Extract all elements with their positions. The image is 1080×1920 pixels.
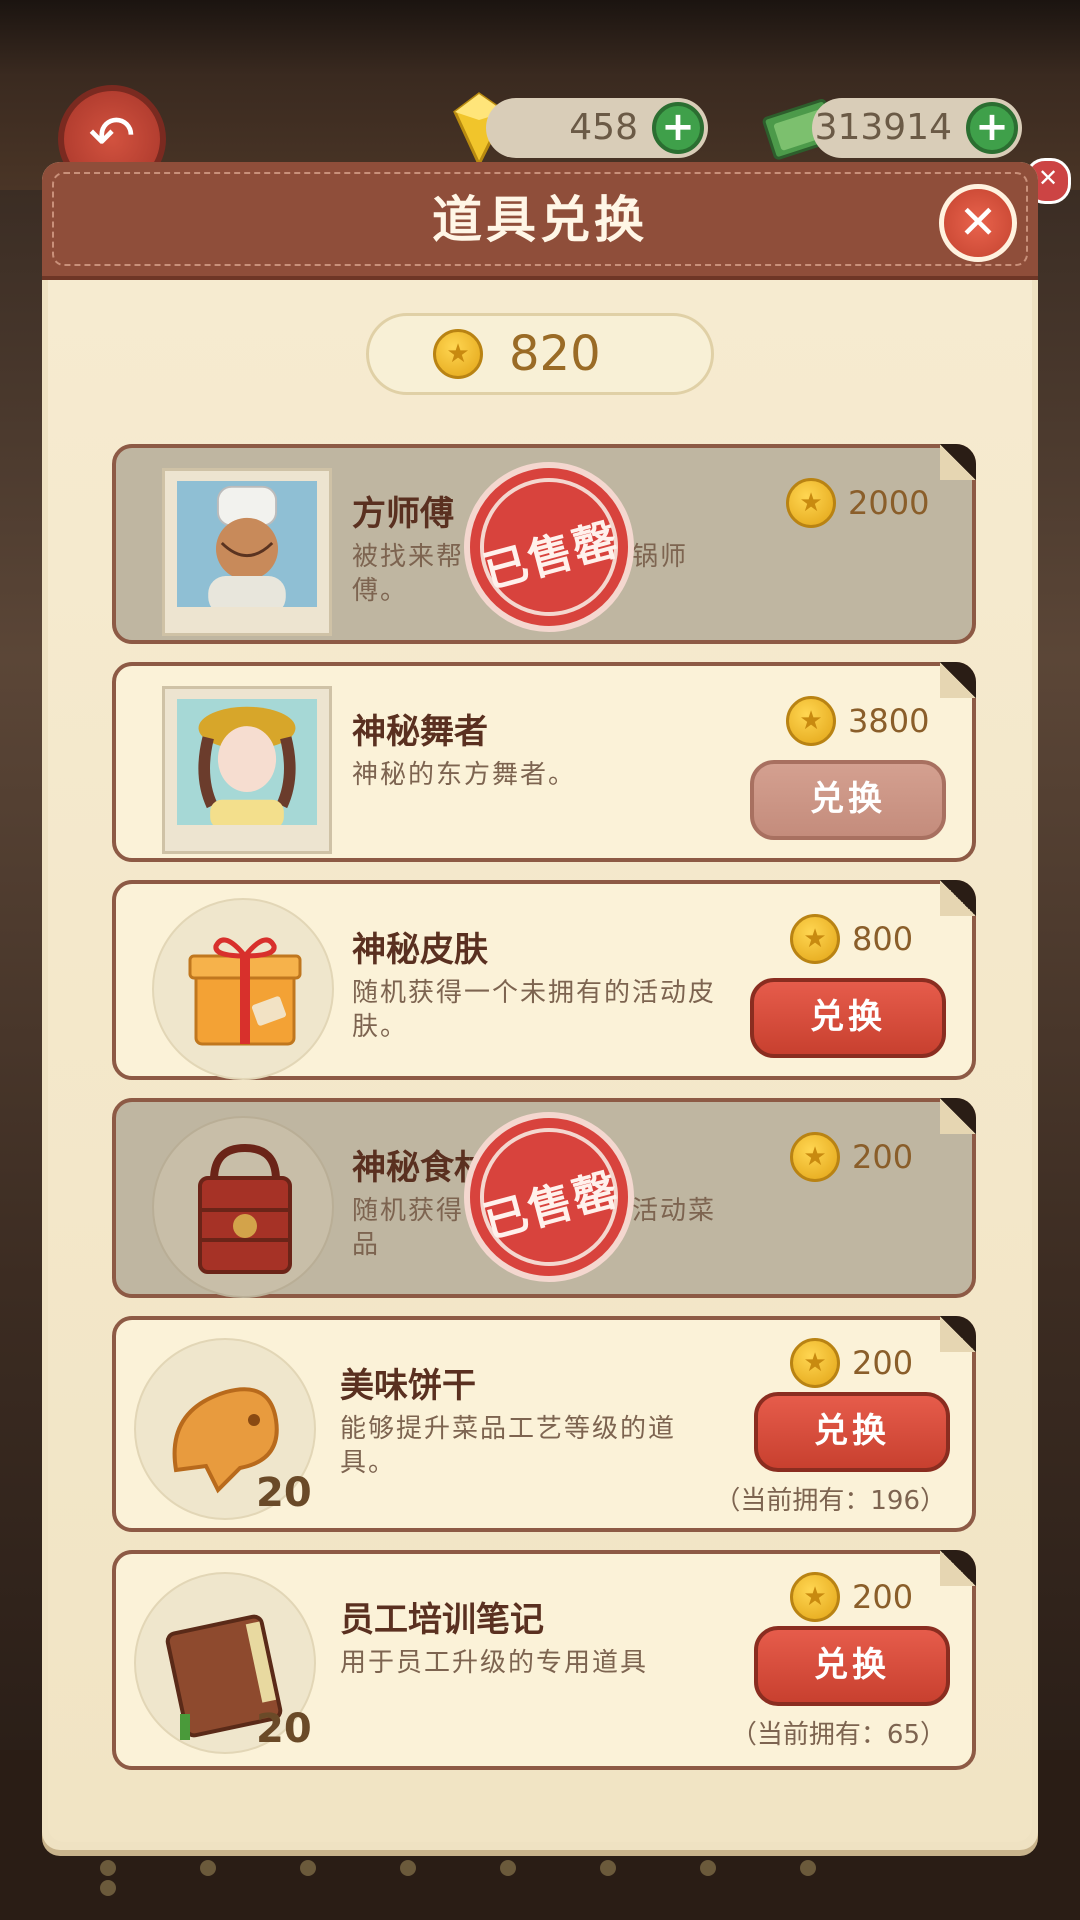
item-name: 神秘皮肤 (352, 930, 488, 970)
chef-portrait (162, 468, 332, 636)
item-name: 美味饼干 (340, 1366, 476, 1406)
cash-counter: 313914 + (812, 98, 1022, 158)
price-value: 200 (852, 1138, 914, 1176)
dancer-image (198, 706, 296, 829)
dancer-portrait (162, 686, 332, 854)
item-name: 神秘舞者 (352, 712, 488, 752)
item-card-training-notes: 20 员工培训笔记 用于员工升级的专用道具 200 兑换 （当前拥有：65） (112, 1550, 976, 1770)
add-cash-button[interactable]: + (966, 102, 1018, 154)
cash-amount: 313914 (814, 107, 952, 148)
item-card-mystery-ingredient: 神秘食材 随机获得 的活动菜品 200 已售罄 (112, 1092, 976, 1302)
item-card-mystery-dancer: 神秘舞者 神秘的东方舞者。 3800 兑换 (112, 662, 976, 862)
coin-icon (786, 696, 836, 746)
item-card-master-fang: 方师傅 被找来帮 端锅师傅。 2000 已售罄 (112, 442, 976, 652)
coin-icon (790, 1132, 840, 1182)
item-description: 神秘的东方舞者。 (352, 760, 577, 790)
price-value: 2000 (848, 484, 930, 522)
coin-balance: 820 (366, 313, 714, 395)
owned-count: （当前拥有：196） (714, 1486, 946, 1516)
price-value: 200 (852, 1578, 914, 1616)
owned-count: （当前拥有：65） (730, 1720, 946, 1750)
item-name: 方师傅 (352, 494, 454, 534)
item-description: 用于员工升级的专用道具 (340, 1648, 649, 1678)
exchange-button[interactable]: 兑换 (750, 760, 946, 840)
item-count: 20 (256, 1706, 312, 1752)
coin-balance-amount: 820 (509, 326, 601, 382)
item-count: 20 (256, 1470, 312, 1516)
gem-counter: 458 + (486, 98, 708, 158)
item-card-biscuit: 20 美味饼干 能够提升菜品工艺等级的道具。 200 兑换 （当前拥有：196） (112, 1316, 976, 1532)
close-icon: ✕ (958, 195, 998, 249)
food-box-icon (152, 1116, 334, 1298)
exchange-button[interactable]: 兑换 (754, 1626, 950, 1706)
gem-amount: 458 (569, 107, 638, 148)
coin-icon (433, 329, 483, 379)
dialog-header: 道具兑换 ✕ (42, 162, 1038, 280)
item-description: 随机获得一个未拥有的活动皮肤。 (352, 978, 717, 1042)
sold-out-stamp: 已售罄 (444, 442, 654, 652)
exchange-button[interactable]: 兑换 (750, 978, 946, 1058)
item-description: 能够提升菜品工艺等级的道具。 (340, 1414, 677, 1478)
dialog-title: 道具兑换 (432, 191, 648, 249)
gift-box-icon (152, 898, 334, 1080)
price-value: 200 (852, 1344, 914, 1382)
price-value: 3800 (848, 702, 930, 740)
item-name: 员工培训笔记 (340, 1600, 544, 1640)
back-arrow-icon: ↶ (88, 104, 136, 169)
price-value: 800 (852, 920, 914, 958)
item-card-mystery-skin: 神秘皮肤 随机获得一个未拥有的活动皮肤。 800 兑换 (112, 880, 976, 1080)
coin-icon (790, 1338, 840, 1388)
sold-out-stamp: 已售罄 (444, 1092, 654, 1302)
coin-icon (786, 478, 836, 528)
bottom-decor (100, 1860, 980, 1896)
coin-icon (790, 914, 840, 964)
close-button[interactable]: ✕ (939, 184, 1017, 262)
coin-icon (790, 1572, 840, 1622)
exchange-button[interactable]: 兑换 (754, 1392, 950, 1472)
chef-image (208, 485, 286, 615)
add-gems-button[interactable]: + (652, 102, 704, 154)
